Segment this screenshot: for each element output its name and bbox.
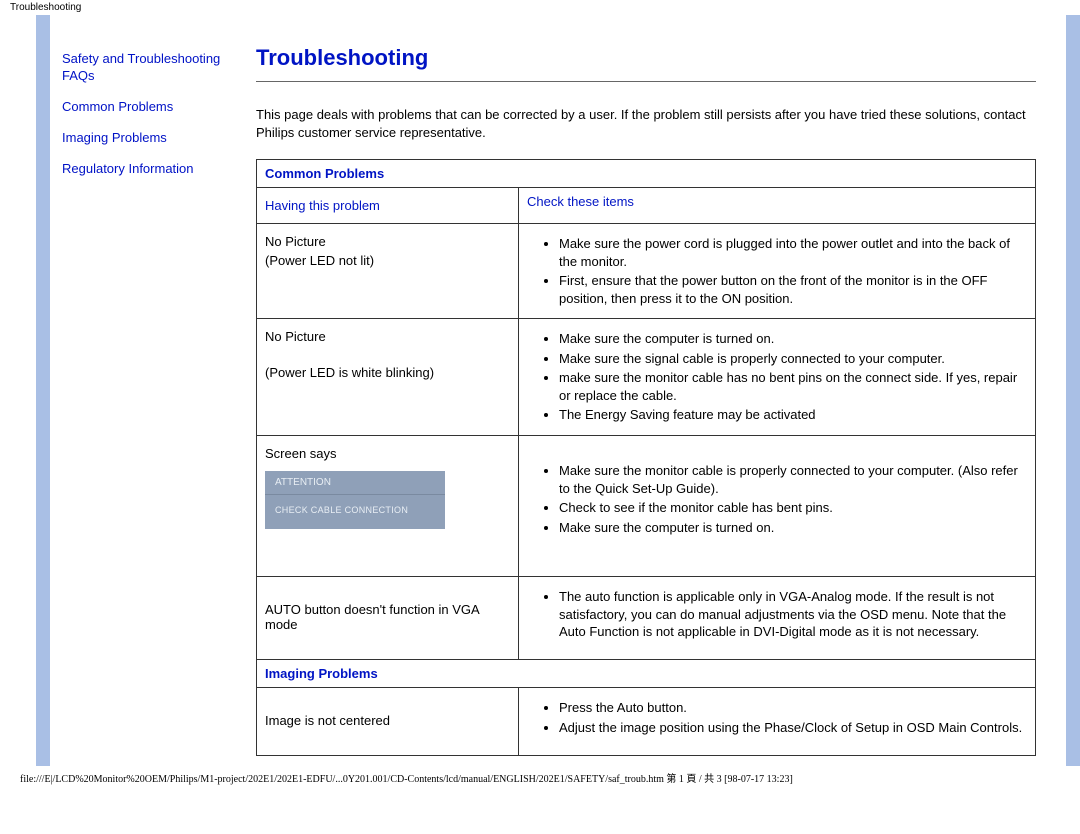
- intro-text: This page deals with problems that can b…: [256, 106, 1036, 141]
- checks-cell: Press the Auto button. Adjust the image …: [519, 688, 1036, 756]
- checks-list: Make sure the monitor cable is properly …: [523, 461, 1031, 537]
- problem-title: Image is not centered: [265, 713, 510, 728]
- check-item: Make sure the signal cable is properly c…: [559, 349, 1031, 369]
- page-header-label: Troubleshooting: [0, 0, 1080, 15]
- problem-cell: Screen says ATTENTION CHECK CABLE CONNEC…: [257, 436, 519, 577]
- sidebar-item-safety[interactable]: Safety and Troubleshooting: [62, 51, 238, 68]
- problem-title: AUTO button doesn't function in VGA mode: [265, 602, 510, 632]
- footer-path: file:///E|/LCD%20Monitor%20OEM/Philips/M…: [0, 766, 1080, 795]
- checks-list: Make sure the computer is turned on. Mak…: [523, 329, 1031, 425]
- col-left-header: Having this problem: [257, 188, 519, 224]
- problem-title: Screen says: [265, 446, 510, 461]
- right-accent-bar: [1066, 15, 1080, 766]
- check-item: Make sure the power cord is plugged into…: [559, 234, 1031, 271]
- subheader-row: Having this problem Check these items: [257, 188, 1036, 224]
- main-content: Troubleshooting This page deals with pro…: [246, 15, 1066, 766]
- check-item: Make sure the computer is turned on.: [559, 518, 1031, 538]
- checks-cell: Make sure the monitor cable is properly …: [519, 436, 1036, 577]
- attention-box: ATTENTION CHECK CABLE CONNECTION: [265, 471, 445, 529]
- sidebar: Safety and Troubleshooting FAQs Common P…: [50, 15, 246, 766]
- check-item: The auto function is applicable only in …: [559, 587, 1031, 642]
- problem-cell: No Picture (Power LED not lit): [257, 224, 519, 319]
- title-rule: [256, 81, 1036, 82]
- check-item: make sure the monitor cable has no bent …: [559, 368, 1031, 405]
- table-row: AUTO button doesn't function in VGA mode…: [257, 577, 1036, 660]
- section-row-imaging: Imaging Problems: [257, 660, 1036, 688]
- problem-title: No Picture: [265, 329, 510, 344]
- check-item: First, ensure that the power button on t…: [559, 271, 1031, 308]
- table-row: Image is not centered Press the Auto but…: [257, 688, 1036, 756]
- table-row: No Picture (Power LED not lit) Make sure…: [257, 224, 1036, 319]
- check-item: Adjust the image position using the Phas…: [559, 718, 1031, 738]
- checks-cell: The auto function is applicable only in …: [519, 577, 1036, 660]
- attention-body: CHECK CABLE CONNECTION: [265, 495, 445, 529]
- checks-list: Make sure the power cord is plugged into…: [523, 234, 1031, 308]
- problem-sub: (Power LED not lit): [265, 253, 510, 268]
- problem-cell: No Picture (Power LED is white blinking): [257, 319, 519, 436]
- page-wrap: Safety and Troubleshooting FAQs Common P…: [36, 15, 1080, 766]
- check-item: The Energy Saving feature may be activat…: [559, 405, 1031, 425]
- sidebar-item-imaging-problems[interactable]: Imaging Problems: [62, 130, 238, 147]
- checks-cell: Make sure the power cord is plugged into…: [519, 224, 1036, 319]
- common-problems-header: Common Problems: [257, 160, 1036, 188]
- sidebar-item-common-problems[interactable]: Common Problems: [62, 99, 238, 116]
- sidebar-item-faqs[interactable]: FAQs: [62, 68, 238, 85]
- check-item: Check to see if the monitor cable has be…: [559, 498, 1031, 518]
- checks-list: Press the Auto button. Adjust the image …: [523, 698, 1031, 737]
- col-right-header: Check these items: [519, 188, 1036, 224]
- check-item: Press the Auto button.: [559, 698, 1031, 718]
- problem-sub: (Power LED is white blinking): [265, 365, 510, 380]
- left-accent-bar: [36, 15, 50, 766]
- checks-list: The auto function is applicable only in …: [523, 587, 1031, 642]
- attention-head: ATTENTION: [265, 471, 445, 495]
- checks-cell: Make sure the computer is turned on. Mak…: [519, 319, 1036, 436]
- problem-cell: Image is not centered: [257, 688, 519, 756]
- sidebar-item-regulatory[interactable]: Regulatory Information: [62, 161, 238, 178]
- troubleshooting-table: Common Problems Having this problem Chec…: [256, 159, 1036, 756]
- page-title: Troubleshooting: [256, 45, 1036, 71]
- table-row: No Picture (Power LED is white blinking)…: [257, 319, 1036, 436]
- problem-title: No Picture: [265, 234, 510, 249]
- check-item: Make sure the monitor cable is properly …: [559, 461, 1031, 498]
- problem-cell: AUTO button doesn't function in VGA mode: [257, 577, 519, 660]
- check-item: Make sure the computer is turned on.: [559, 329, 1031, 349]
- imaging-problems-header: Imaging Problems: [257, 660, 1036, 688]
- section-row-common: Common Problems: [257, 160, 1036, 188]
- table-row: Screen says ATTENTION CHECK CABLE CONNEC…: [257, 436, 1036, 577]
